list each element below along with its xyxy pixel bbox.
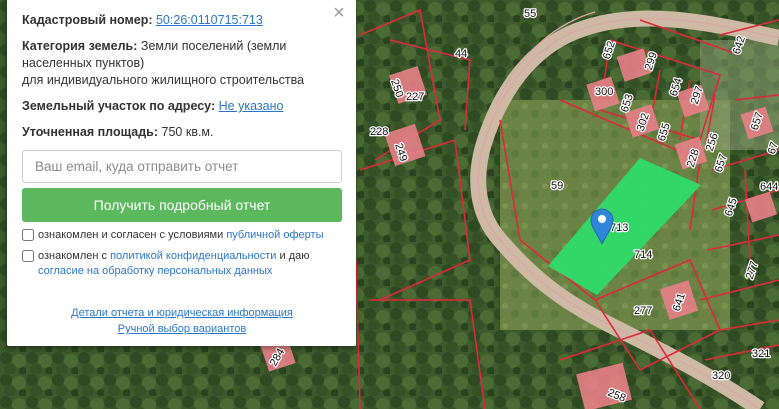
address-value-link[interactable]: Не указано: [219, 99, 284, 113]
area-row: Уточненная площадь: 750 кв.м.: [22, 124, 342, 141]
plot-number: 321: [752, 348, 770, 360]
land-category-value-2: населенных пунктов): [22, 56, 145, 70]
manual-selection-link[interactable]: Ручной выбор вариантов: [118, 321, 246, 337]
privacy-policy-link[interactable]: политикой конфиденциальности: [110, 250, 276, 262]
close-icon[interactable]: ×: [330, 3, 348, 23]
land-category-row: Категория земель: Земли поселений (земли…: [22, 38, 342, 89]
report-details-link[interactable]: Детали отчета и юридическая информация: [71, 305, 293, 321]
plot-number: 644: [760, 181, 778, 193]
cadastral-number-row: Кадастровый номер: 50:26:0110715:713: [22, 12, 342, 29]
panel-footer-links: Детали отчета и юридическая информация Р…: [22, 305, 342, 337]
plot-number: 227: [406, 91, 424, 103]
public-offer-link[interactable]: публичной оферты: [226, 229, 323, 241]
cadastral-number-link[interactable]: 50:26:0110715:713: [156, 13, 263, 27]
address-label: Земельный участок по адресу:: [22, 99, 216, 113]
plot-number: 277: [634, 305, 652, 317]
email-input[interactable]: [22, 150, 342, 183]
privacy-consent-checkbox[interactable]: [22, 250, 34, 262]
personal-data-consent-link[interactable]: согласие на обработку персональных данны…: [38, 265, 272, 277]
get-report-button[interactable]: Получить подробный отчет: [22, 188, 342, 222]
land-category-value-3: для индивидуального жилищного строительс…: [22, 73, 305, 87]
address-row: Земельный участок по адресу: Не указано: [22, 98, 342, 115]
land-category-label: Категория земель:: [22, 39, 138, 53]
land-category-value-1: Земли поселений (земли: [140, 39, 287, 53]
privacy-consent-row: ознакомлен с политикой конфиденциальност…: [22, 249, 342, 279]
plot-number: 55: [524, 8, 536, 20]
offer-consent-row: ознакомлен и согласен с условиями публич…: [22, 228, 342, 243]
plot-number: 44: [455, 48, 467, 60]
plot-number: 300: [595, 86, 613, 98]
plot-number: 320: [712, 370, 730, 382]
privacy-consent-text: ознакомлен с: [38, 250, 111, 262]
plot-info-panel: × Кадастровый номер: 50:26:0110715:713 К…: [7, 0, 356, 346]
plot-number: 59: [551, 180, 563, 192]
area-label: Уточненная площадь:: [22, 125, 159, 139]
plot-number: 228: [370, 126, 388, 138]
privacy-consent-middle: и даю: [276, 250, 310, 262]
cadastral-number-label: Кадастровый номер:: [22, 13, 153, 27]
offer-consent-text: ознакомлен и согласен с условиями: [38, 229, 227, 241]
plot-number: 714: [634, 249, 652, 261]
offer-consent-checkbox[interactable]: [22, 229, 34, 241]
area-value: 750 кв.м.: [161, 125, 214, 139]
